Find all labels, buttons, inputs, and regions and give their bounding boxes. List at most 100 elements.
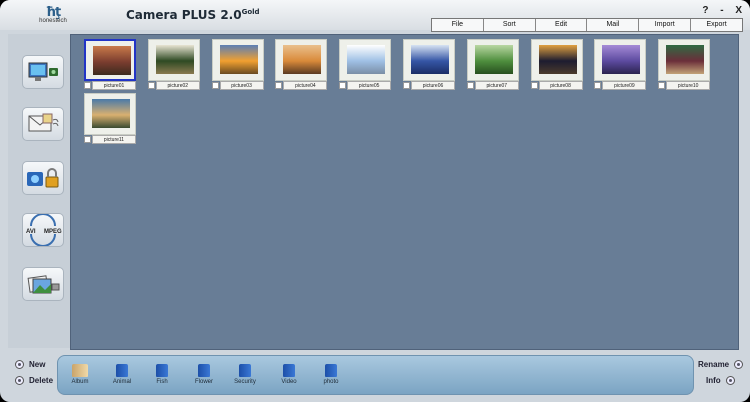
menu-edit[interactable]: Edit bbox=[536, 19, 588, 31]
photo-type-icon bbox=[403, 82, 410, 89]
photo-type-icon bbox=[275, 82, 283, 89]
menu-import[interactable]: Import bbox=[639, 19, 692, 31]
photo-album-icon bbox=[27, 275, 60, 294]
minimize-button[interactable]: - bbox=[720, 5, 723, 16]
thumbnail-frame bbox=[658, 39, 711, 81]
photo-type-icon bbox=[339, 82, 347, 89]
open-book-icon bbox=[72, 364, 88, 377]
photo-thumbnail[interactable]: picture09 bbox=[594, 39, 647, 90]
photo-thumbnail[interactable]: picture06 bbox=[403, 39, 455, 90]
window-controls: ? - X bbox=[693, 5, 742, 16]
album-item-fish[interactable]: Fish bbox=[142, 364, 182, 385]
rename-button[interactable]: Rename bbox=[698, 360, 748, 369]
photo-type-icon bbox=[84, 82, 91, 89]
album-item-security[interactable]: Security bbox=[225, 364, 265, 385]
app-title-edition: Gold bbox=[241, 8, 260, 16]
email-photo-tool[interactable] bbox=[22, 107, 64, 141]
new-button-icon bbox=[15, 360, 24, 369]
thumbnail-caption: picture06 bbox=[411, 81, 455, 90]
thumbnail-image bbox=[283, 45, 322, 74]
thumbnail-image bbox=[92, 99, 130, 128]
photo-thumbnail[interactable]: picture05 bbox=[339, 39, 392, 90]
album-book-icon bbox=[156, 364, 168, 377]
camera-plus-window: ħţ honestech Camera PLUS 2.0Gold ? - X F… bbox=[0, 0, 750, 402]
new-label: New bbox=[29, 360, 46, 369]
thumbnail-caption: picture02 bbox=[155, 81, 200, 90]
photo-thumbnail[interactable]: picture11 bbox=[84, 93, 136, 144]
thumbnail-image bbox=[474, 45, 513, 74]
photo-thumbnail[interactable]: picture02 bbox=[147, 39, 200, 90]
photo-type-icon bbox=[147, 82, 155, 89]
album-item-album[interactable]: Album bbox=[60, 364, 100, 385]
album-item-video[interactable]: Video bbox=[269, 364, 309, 385]
logo-mark-icon: ħţ bbox=[45, 5, 62, 20]
album-book-icon bbox=[283, 364, 295, 377]
delete-button[interactable]: Delete bbox=[10, 376, 53, 385]
album-label: Animal bbox=[112, 379, 132, 385]
logo-text: honestech bbox=[39, 18, 67, 24]
thumbnail-caption: picture03 bbox=[219, 81, 264, 90]
thumbnail-caption: picture11 bbox=[92, 135, 136, 144]
thumbnail-caption: picture05 bbox=[347, 81, 392, 90]
capture-to-pc-tool[interactable] bbox=[22, 55, 64, 89]
thumbnail-frame bbox=[466, 39, 519, 81]
camera-lock-icon bbox=[27, 168, 59, 188]
album-label: Video bbox=[281, 379, 297, 385]
photo-thumbnail[interactable]: picture08 bbox=[530, 39, 583, 90]
photo-thumbnail[interactable]: picture01 bbox=[84, 39, 136, 90]
menu-sort[interactable]: Sort bbox=[484, 19, 536, 31]
rename-button-icon bbox=[734, 360, 744, 369]
menu-mail[interactable]: Mail bbox=[587, 19, 640, 31]
thumbnail-frame bbox=[403, 39, 455, 81]
photo-type-icon bbox=[211, 82, 219, 89]
delete-button-icon bbox=[15, 376, 24, 385]
photo-thumbnail[interactable]: picture07 bbox=[466, 39, 519, 90]
photo-type-icon bbox=[658, 82, 666, 89]
album-label: Fish bbox=[156, 379, 168, 385]
album-bar: Album Animal Fish Flower Security Video bbox=[57, 355, 694, 395]
thumbnail-frame bbox=[211, 39, 264, 81]
envelope-stamp-icon bbox=[28, 113, 59, 132]
album-book-icon bbox=[325, 364, 337, 377]
album-book-icon bbox=[116, 364, 128, 377]
menu-bar: File Sort Edit Mail Import Export bbox=[431, 18, 743, 32]
menu-export[interactable]: Export bbox=[691, 19, 742, 31]
new-button[interactable]: New bbox=[10, 360, 45, 369]
thumbnail-image bbox=[538, 45, 577, 74]
thumbnail-caption: picture09 bbox=[602, 81, 647, 90]
album-book-icon bbox=[198, 364, 210, 377]
app-title: Camera PLUS 2.0Gold bbox=[126, 8, 260, 22]
thumbnail-frame bbox=[147, 39, 200, 81]
thumbnail-image bbox=[347, 45, 386, 74]
avi-label: AVI bbox=[26, 229, 36, 235]
avi-mpeg-convert-tool[interactable]: AVI MPEG bbox=[22, 213, 64, 247]
album-label: Security bbox=[234, 379, 256, 385]
thumbnail-frame bbox=[594, 39, 647, 81]
delete-label: Delete bbox=[29, 376, 54, 385]
thumbnail-image bbox=[219, 45, 258, 74]
album-label: photo bbox=[323, 379, 339, 385]
close-button[interactable]: X bbox=[735, 5, 742, 16]
help-button[interactable]: ? bbox=[702, 5, 708, 16]
photo-thumbnail[interactable]: picture10 bbox=[658, 39, 711, 90]
album-label: Album bbox=[71, 379, 89, 385]
photo-type-icon bbox=[466, 82, 474, 89]
menu-file[interactable]: File bbox=[432, 19, 484, 31]
info-button[interactable]: Info bbox=[706, 376, 740, 385]
photo-thumbnail[interactable]: picture04 bbox=[275, 39, 328, 90]
security-lock-tool[interactable] bbox=[22, 161, 64, 195]
photo-album-tool[interactable] bbox=[22, 267, 64, 301]
thumbnail-caption: picture10 bbox=[666, 81, 711, 90]
thumbnail-frame bbox=[339, 39, 392, 81]
thumbnail-frame bbox=[275, 39, 328, 81]
thumbnail-image bbox=[666, 45, 705, 74]
album-item-animal[interactable]: Animal bbox=[102, 364, 142, 385]
photo-type-icon bbox=[594, 82, 602, 89]
thumbnail-caption: picture08 bbox=[538, 81, 583, 90]
thumbnail-image bbox=[93, 46, 131, 75]
photo-thumbnail[interactable]: picture03 bbox=[211, 39, 264, 90]
album-item-photo[interactable]: photo bbox=[311, 364, 351, 385]
app-title-text: Camera PLUS 2.0 bbox=[126, 8, 242, 22]
thumbnail-image bbox=[411, 45, 449, 74]
album-item-flower[interactable]: Flower bbox=[184, 364, 224, 385]
